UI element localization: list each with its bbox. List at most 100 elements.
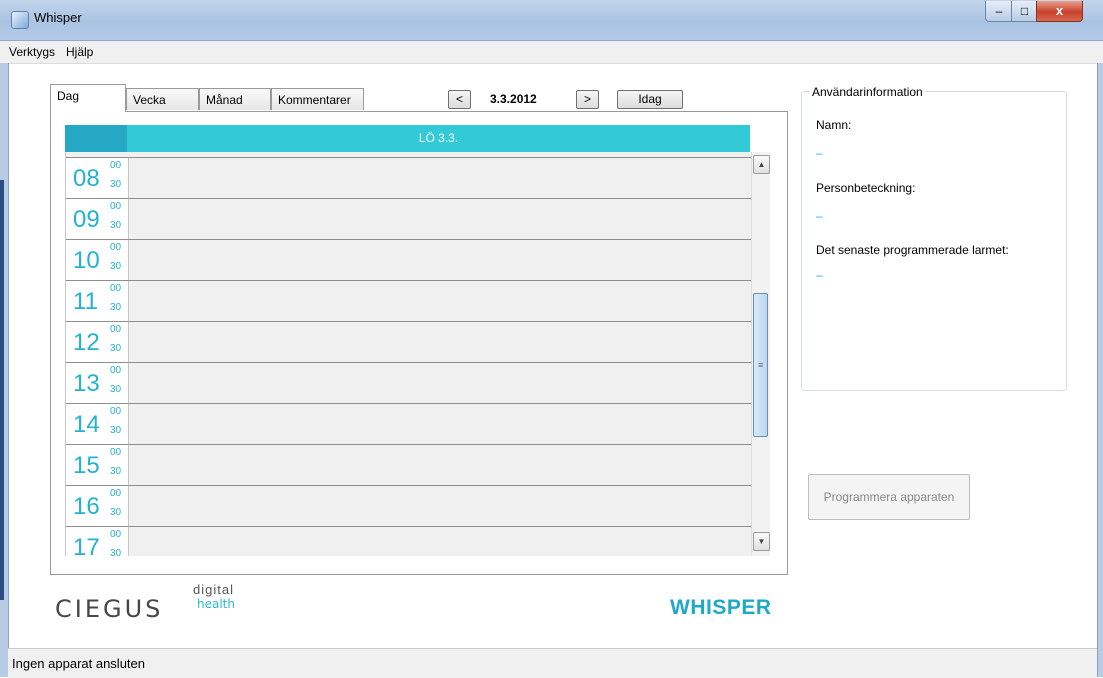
hour-slot[interactable] bbox=[128, 240, 752, 280]
hour-label: 12 bbox=[73, 329, 100, 356]
maximize-button[interactable]: □ bbox=[1011, 1, 1038, 22]
status-bar bbox=[8, 648, 1097, 678]
minimize-icon: – bbox=[995, 4, 1003, 18]
menu-hjalp[interactable]: Hjälp bbox=[66, 45, 93, 59]
alarm-value: – bbox=[816, 268, 823, 282]
minute-00-label: 00 bbox=[110, 529, 122, 540]
scroll-thumb[interactable]: ≡ bbox=[753, 293, 768, 437]
maximize-icon: □ bbox=[1020, 4, 1029, 18]
today-button[interactable]: Idag bbox=[617, 90, 683, 109]
minute-30-label: 30 bbox=[110, 384, 122, 395]
hour-slot[interactable] bbox=[128, 486, 752, 526]
minute-00-label: 00 bbox=[110, 201, 122, 212]
hour-slot[interactable] bbox=[128, 158, 752, 198]
hour-gutter: 08 00 30 bbox=[66, 158, 128, 198]
minute-30-label: 30 bbox=[110, 261, 122, 272]
minute-00-label: 00 bbox=[110, 488, 122, 499]
tab-manad[interactable]: Månad bbox=[199, 88, 271, 110]
hour-slot[interactable] bbox=[128, 363, 752, 403]
hour-gutter: 15 00 30 bbox=[66, 445, 128, 485]
minute-30-label: 30 bbox=[110, 220, 122, 231]
user-info-legend: Användarinformation bbox=[810, 85, 925, 99]
day-grid: 08 00 30 09 00 30 10 00 30 11 00 30 12 00 30 13 00 30 14 00… bbox=[65, 152, 752, 556]
minute-00-label: 00 bbox=[110, 242, 122, 253]
id-value: – bbox=[816, 209, 823, 223]
window-title: Whisper bbox=[34, 10, 82, 25]
prev-day-button[interactable]: < bbox=[448, 90, 471, 109]
hour-gutter: 16 00 30 bbox=[66, 486, 128, 526]
minute-30-label: 30 bbox=[110, 466, 122, 477]
tab-dag[interactable]: Dag bbox=[50, 84, 126, 112]
hour-row: 17 00 30 bbox=[66, 526, 752, 556]
hour-slot[interactable] bbox=[128, 445, 752, 485]
close-button[interactable]: x bbox=[1036, 1, 1083, 22]
hour-label: 15 bbox=[73, 452, 100, 479]
hour-row: 16 00 30 bbox=[66, 485, 752, 526]
menu-verktygs[interactable]: Verktygs bbox=[9, 45, 55, 59]
day-header: LÖ 3.3. bbox=[127, 125, 750, 152]
minute-30-label: 30 bbox=[110, 548, 122, 556]
window-left-shadow bbox=[0, 180, 4, 600]
minute-00-label: 00 bbox=[110, 324, 122, 335]
current-date: 3.3.2012 bbox=[490, 92, 537, 106]
hour-row: 14 00 30 bbox=[66, 403, 752, 444]
minute-30-label: 30 bbox=[110, 425, 122, 436]
grip-icon: ≡ bbox=[758, 360, 764, 370]
tab-kommentarer[interactable]: Kommentarer bbox=[271, 88, 364, 110]
hour-gutter: 10 00 30 bbox=[66, 240, 128, 280]
minute-00-label: 00 bbox=[110, 283, 122, 294]
hour-gutter: 14 00 30 bbox=[66, 404, 128, 444]
minute-30-label: 30 bbox=[110, 343, 122, 354]
hour-gutter: 13 00 30 bbox=[66, 363, 128, 403]
name-label: Namn: bbox=[816, 118, 852, 132]
hour-label: 09 bbox=[73, 206, 100, 233]
hour-row: 09 00 30 bbox=[66, 198, 752, 239]
hour-label: 13 bbox=[73, 370, 100, 397]
hour-label: 10 bbox=[73, 247, 100, 274]
title-bar bbox=[0, 0, 1103, 41]
id-label: Personbeteckning: bbox=[816, 181, 916, 195]
minute-00-label: 00 bbox=[110, 365, 122, 376]
hour-row: 10 00 30 bbox=[66, 239, 752, 280]
hour-gutter: 09 00 30 bbox=[66, 199, 128, 239]
app-icon bbox=[11, 11, 29, 29]
logo-ciegus: CIEGUS bbox=[55, 595, 164, 623]
logo-health: health bbox=[197, 597, 235, 611]
close-icon: x bbox=[1055, 3, 1064, 18]
hour-slot[interactable] bbox=[128, 281, 752, 321]
hour-label: 17 bbox=[73, 534, 100, 556]
minute-30-label: 30 bbox=[110, 179, 122, 190]
minute-00-label: 00 bbox=[110, 406, 122, 417]
vertical-scrollbar[interactable]: ▲ ≡ ▼ bbox=[751, 152, 770, 556]
minute-30-label: 30 bbox=[110, 302, 122, 313]
hour-slot[interactable] bbox=[128, 322, 752, 362]
menu-bar bbox=[0, 41, 1103, 64]
hour-label: 14 bbox=[73, 411, 100, 438]
hour-row: 15 00 30 bbox=[66, 444, 752, 485]
hour-row: 13 00 30 bbox=[66, 362, 752, 403]
hour-gutter: 11 00 30 bbox=[66, 281, 128, 321]
alarm-label: Det senaste programmerade larmet: bbox=[816, 243, 1009, 257]
next-day-button[interactable]: > bbox=[576, 90, 599, 109]
minute-00-label: 00 bbox=[110, 447, 122, 458]
scroll-up-icon[interactable]: ▲ bbox=[753, 155, 770, 174]
user-info-group bbox=[801, 91, 1067, 391]
logo-whisper: WHISPER bbox=[670, 596, 772, 619]
status-text: Ingen apparat ansluten bbox=[12, 656, 145, 671]
minimize-button[interactable]: – bbox=[985, 1, 1013, 22]
hour-slot[interactable] bbox=[128, 527, 752, 556]
window-right-border bbox=[1097, 63, 1103, 677]
hour-label: 11 bbox=[73, 288, 98, 315]
logo-digital: digital bbox=[193, 582, 234, 597]
minute-00-label: 00 bbox=[110, 160, 122, 171]
hour-row: 08 00 30 bbox=[66, 157, 752, 198]
hour-slot[interactable] bbox=[128, 404, 752, 444]
calendar-corner bbox=[65, 125, 127, 152]
hour-slot[interactable] bbox=[128, 199, 752, 239]
name-value: – bbox=[816, 146, 823, 160]
hour-gutter: 17 00 30 bbox=[66, 527, 128, 556]
tab-vecka[interactable]: Vecka bbox=[126, 88, 199, 110]
hour-label: 16 bbox=[73, 493, 100, 520]
scroll-down-icon[interactable]: ▼ bbox=[753, 532, 770, 551]
program-device-button[interactable]: Programmera apparaten bbox=[808, 474, 970, 520]
